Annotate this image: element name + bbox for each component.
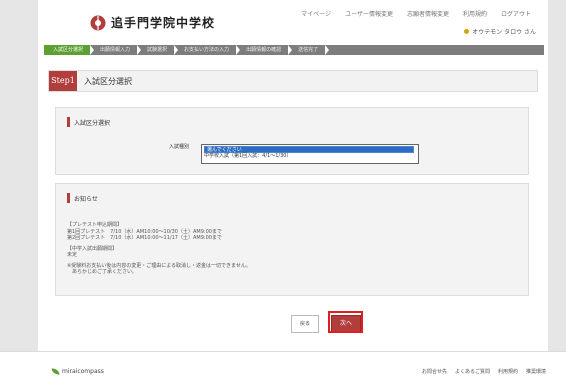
exam-type-select[interactable]: 選んでください 中学校入試（第1回入試：4/1〜1/30）	[201, 144, 419, 164]
notice-section: お知らせ 【プレテスト申込期間】 第1回プレテスト 7/10（水）AM10:00…	[55, 183, 529, 296]
section-title-text: お知らせ	[74, 195, 98, 203]
nav-user-info[interactable]: ユーザー情報変更	[338, 9, 400, 18]
step-confirm: 出願情報の確認	[237, 45, 293, 55]
exam-select-section: 入試区分選択 入試種別 選んでください 中学校入試（第1回入試：4/1〜1/30…	[55, 107, 529, 175]
step-application-info: 出願情報入力	[91, 45, 142, 55]
footer-link-environment[interactable]: 推奨環境	[526, 368, 546, 375]
exam-type-option-junior-high[interactable]: 中学校入試（第1回入試：4/1〜1/30）	[202, 153, 418, 160]
nav-applicant-info[interactable]: 志願者情報変更	[400, 9, 456, 18]
step-header: Step1 入試区分選択	[48, 70, 538, 92]
section-title: 入試区分選択	[67, 117, 110, 127]
school-logo[interactable]: 追手門学院中学校	[90, 14, 215, 31]
back-button[interactable]: 戻る	[291, 315, 319, 333]
leaf-icon	[51, 367, 60, 376]
step-payment: お支払い方法の入力	[175, 45, 241, 55]
header: 追手門学院中学校 マイページ ユーザー情報変更 志願者情報変更 利用規約 ログア…	[38, 0, 548, 44]
footer: miraicompass お問合せ先 よくあるご質問 利用規約 推奨環境	[0, 351, 566, 390]
section-marker	[67, 193, 70, 203]
user-name: オウテモン タロウ さん	[472, 29, 536, 36]
user-greeting: オウテモン タロウ さん	[464, 27, 536, 36]
footer-link-faq[interactable]: よくあるご質問	[455, 368, 490, 375]
nav-terms[interactable]: 利用規約	[456, 9, 494, 18]
top-navigation: マイページ ユーザー情報変更 志願者情報変更 利用規約 ログアウト	[294, 9, 538, 18]
school-crest-icon	[90, 15, 106, 31]
footer-logo-text: miraicompass	[62, 368, 104, 375]
school-name: 追手門学院中学校	[111, 16, 216, 30]
miraicompass-logo[interactable]: miraicompass	[51, 367, 104, 376]
step-select-exam: 入試区分選択	[44, 45, 95, 55]
section-title-text: 入試区分選択	[74, 119, 111, 127]
user-icon	[464, 29, 470, 34]
step-progress-bar: 入試区分選択 出願情報入力 試験選択 お支払い方法の入力 出願情報の確認 送信完…	[44, 45, 544, 55]
footer-link-terms[interactable]: 利用規約	[498, 368, 518, 375]
step-complete: 送信完了	[289, 45, 330, 55]
exam-type-label: 入試種別	[169, 144, 190, 150]
step-exam-select: 試験選択	[138, 45, 179, 55]
page-container: 追手門学院中学校 マイページ ユーザー情報変更 志願者情報変更 利用規約 ログア…	[38, 0, 548, 351]
section-marker	[67, 117, 70, 127]
step-badge: Step1	[49, 71, 77, 91]
exam-type-option-placeholder[interactable]: 選んでください	[204, 146, 414, 153]
step-title: 入試区分選択	[84, 76, 132, 86]
footer-links: お問合せ先 よくあるご質問 利用規約 推奨環境	[422, 368, 546, 375]
nav-logout[interactable]: ログアウト	[494, 9, 538, 18]
notice-line: あらかじめご了承ください。	[67, 269, 138, 275]
section-title: お知らせ	[67, 193, 98, 203]
click-highlight-box	[328, 311, 363, 333]
notice-text: 【プレテスト申込期間】 第1回プレテスト 7/10（水）AM10:00〜10/3…	[67, 222, 251, 276]
nav-mypage[interactable]: マイページ	[294, 9, 338, 18]
footer-link-contact[interactable]: お問合せ先	[422, 368, 447, 375]
